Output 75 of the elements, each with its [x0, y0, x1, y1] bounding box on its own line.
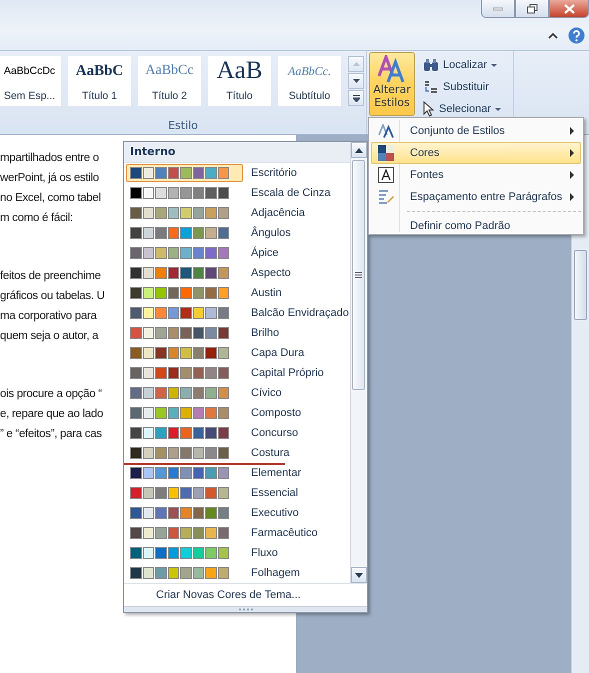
close-button[interactable]: [549, 0, 589, 18]
down-arrow-icon: [352, 79, 360, 83]
document-text-line: no Excel, como tabel: [0, 191, 101, 206]
minimize-icon: [493, 6, 503, 10]
styles-icon: [377, 55, 407, 83]
font-icon: [378, 167, 394, 183]
color-theme-item[interactable]: Fluxo: [124, 543, 350, 563]
color-theme-item[interactable]: Escritório: [124, 163, 350, 183]
collapse-ribbon-icon[interactable]: [548, 32, 558, 39]
document-text-line: quem seja o autor, a: [0, 329, 98, 344]
color-theme-item[interactable]: Elementar: [124, 463, 350, 483]
color-theme-item[interactable]: Composto: [124, 403, 350, 423]
binoculars-icon: [423, 58, 439, 72]
document-text-line: werPoint, já os estilo: [0, 171, 99, 186]
document-text-line: m como é fácil:: [0, 211, 73, 226]
styles-icon: [378, 124, 394, 138]
color-theme-item[interactable]: Executivo: [124, 503, 350, 523]
document-text-line: e, repare que ao lado: [0, 407, 104, 422]
expand-icon: [352, 94, 360, 102]
document-text-line: ma corporativo para: [0, 309, 97, 324]
restore-button[interactable]: [515, 0, 549, 18]
scroll-down-button[interactable]: [348, 73, 364, 89]
up-arrow-icon: [352, 62, 360, 66]
gallery-section-header: Interno: [124, 142, 350, 163]
color-theme-item[interactable]: Folhagem: [124, 563, 350, 583]
color-theme-item[interactable]: Capa Dura: [124, 343, 350, 363]
document-text-line: ” e “efeitos”, para cas: [0, 427, 102, 442]
up-arrow-icon: [355, 148, 363, 152]
restore-icon: [526, 4, 538, 14]
color-theme-item[interactable]: Austin: [124, 283, 350, 303]
style-gallery-item[interactable]: AaBbCc Título 2: [138, 56, 201, 106]
close-icon: [564, 4, 574, 14]
more-button[interactable]: [348, 90, 364, 106]
scroll-thumb[interactable]: [574, 250, 587, 320]
help-icon[interactable]: [568, 27, 585, 44]
color-theme-item[interactable]: Ângulos: [124, 223, 350, 243]
document-text-line: feitos de preenchime: [0, 269, 101, 284]
color-theme-item[interactable]: Brilho: [124, 323, 350, 343]
replace-icon: [423, 79, 439, 95]
color-theme-item[interactable]: Essencial: [124, 483, 350, 503]
style-gallery-item[interactable]: AaBbC Título 1: [68, 56, 131, 106]
resize-grip[interactable]: [124, 606, 367, 612]
grip-lines-icon: [355, 272, 362, 278]
color-theme-item[interactable]: Balcão Envidraçado: [124, 303, 350, 323]
document-text-line: gráficos ou tabelas. U: [0, 289, 105, 304]
style-gallery-item[interactable]: AaB Título: [208, 56, 271, 106]
color-theme-item[interactable]: Farmacêutico: [124, 523, 350, 543]
menu-item[interactable]: Definir como Padrão: [371, 215, 581, 237]
menu-item[interactable]: Fontes: [371, 164, 581, 186]
scroll-down-button[interactable]: [351, 567, 367, 583]
down-arrow-icon: [355, 572, 363, 578]
style-gallery-item[interactable]: AaBbCcDc Sem Esp...: [0, 56, 61, 106]
menu-item[interactable]: Espaçamento entre Parágrafos: [371, 186, 581, 208]
editing-button[interactable]: Localizar: [423, 55, 509, 75]
color-theme-item[interactable]: Costura: [124, 443, 350, 463]
group-label: Estilo: [167, 119, 199, 132]
color-theme-item[interactable]: Capital Próprio: [124, 363, 350, 383]
document-text-line: mpartilhados entre o: [0, 151, 99, 166]
menu-item[interactable]: Conjunto de Estilos: [371, 120, 581, 142]
create-theme-colors-item[interactable]: Criar Novas Cores de Tema...: [152, 589, 305, 601]
color-theme-item[interactable]: Adjacência: [124, 203, 350, 223]
color-squares-icon: [378, 145, 394, 161]
color-theme-item[interactable]: Cívico: [124, 383, 350, 403]
color-theme-item[interactable]: Ápice: [124, 243, 350, 263]
color-theme-item[interactable]: Escala de Cinza: [124, 183, 350, 203]
scroll-up-button[interactable]: [351, 142, 367, 158]
color-theme-item[interactable]: Aspecto: [124, 263, 350, 283]
style-gallery-item[interactable]: AaBbCc. Subtítulo: [278, 56, 341, 106]
menu-item[interactable]: Cores: [371, 142, 581, 164]
color-theme-item[interactable]: Concurso: [124, 423, 350, 443]
scroll-thumb[interactable]: [352, 160, 365, 390]
change-styles-button[interactable]: Alterar Estilos: [369, 52, 415, 116]
paragraph-spacing-icon: [378, 189, 394, 205]
document-text-line: ois procure a opção “: [0, 387, 102, 402]
editing-button[interactable]: Substituir: [423, 77, 509, 97]
